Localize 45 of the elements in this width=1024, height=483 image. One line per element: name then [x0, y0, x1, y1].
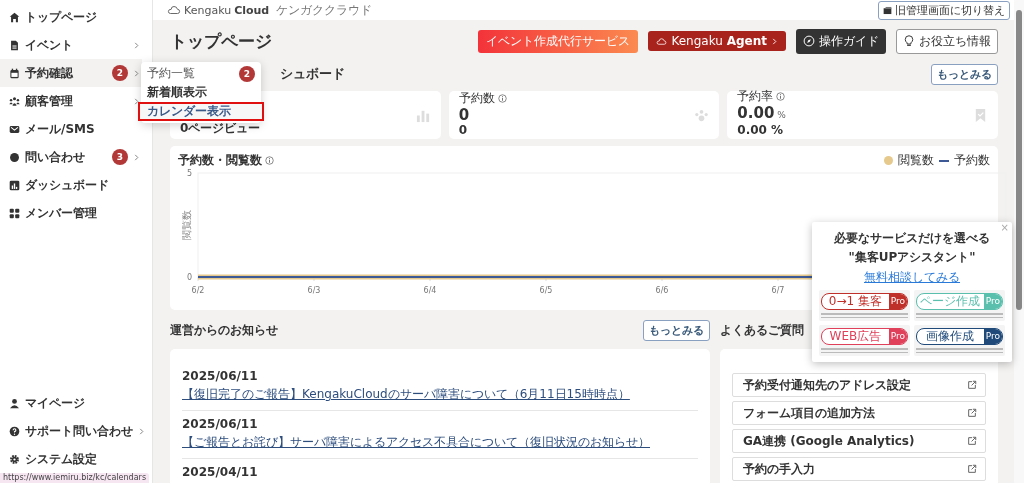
legend-label: 予約数: [954, 152, 990, 169]
logo-text: Kengaku: [184, 3, 232, 17]
pro-tag: Pro: [888, 294, 907, 309]
chart-title: 予約数・閲覧数: [178, 152, 262, 169]
axis-tick-label: 6/3: [307, 286, 321, 295]
count-badge: 2: [112, 65, 128, 81]
status-url: https://www.iemiru.biz/kc/calendars: [3, 473, 147, 482]
service-name: 画像作成: [925, 329, 976, 344]
stat-label: 予約率: [737, 88, 774, 105]
stat-subvalue: 0.00 %: [737, 123, 785, 137]
pro-tag: Pro: [888, 329, 907, 344]
axis-tick-label: 5: [186, 169, 192, 178]
section-heading: よくあるご質問: [719, 321, 804, 339]
submenu-label: 予約一覧: [147, 65, 195, 82]
page-title: トップページ: [170, 29, 272, 53]
logo-text-bold: Cloud: [234, 3, 270, 17]
axis-tick-label: 0: [186, 273, 192, 282]
service-name: WEB広告: [828, 329, 883, 344]
section-heading: 運営からのお知らせ: [170, 321, 278, 339]
axis-title: 閲覧数: [181, 210, 192, 240]
stat-label: 予約数: [458, 90, 495, 107]
axis-tick-label: 6/2: [191, 286, 205, 295]
axis-tick-label: 6/7: [771, 286, 785, 295]
news-date: 2025/06/11: [182, 417, 259, 431]
logo-subtitle: ケンガククラウド: [276, 1, 373, 19]
count-badge: 3: [112, 149, 128, 165]
service-name: ページ作成: [919, 294, 982, 309]
section-heading: シュボード: [280, 65, 345, 83]
promo-title: "集客UPアシスタント": [848, 249, 976, 266]
axis-tick-label: 6/6: [655, 286, 669, 295]
stat-subvalue: 0: [458, 123, 468, 137]
news-date: 2025/04/11: [182, 465, 259, 479]
legend-label: 閲覧数: [898, 152, 934, 169]
stat-subvalue: 0ページビュー: [180, 120, 261, 137]
stat-unit: %: [777, 110, 786, 120]
pro-tag: Pro: [983, 329, 1002, 344]
pro-tag: Pro: [983, 294, 1002, 309]
stat-value: 0: [458, 106, 470, 124]
axis-tick-label: 6/5: [539, 286, 553, 295]
count-badge: 2: [239, 65, 255, 82]
service-name: 0→1 集客: [827, 294, 883, 309]
promo-title: 必要なサービスだけを選べる: [834, 230, 990, 247]
stat-value: 0.00: [737, 104, 775, 122]
axis-tick-label: 6/4: [423, 286, 437, 295]
news-date: 2025/06/11: [182, 369, 259, 383]
